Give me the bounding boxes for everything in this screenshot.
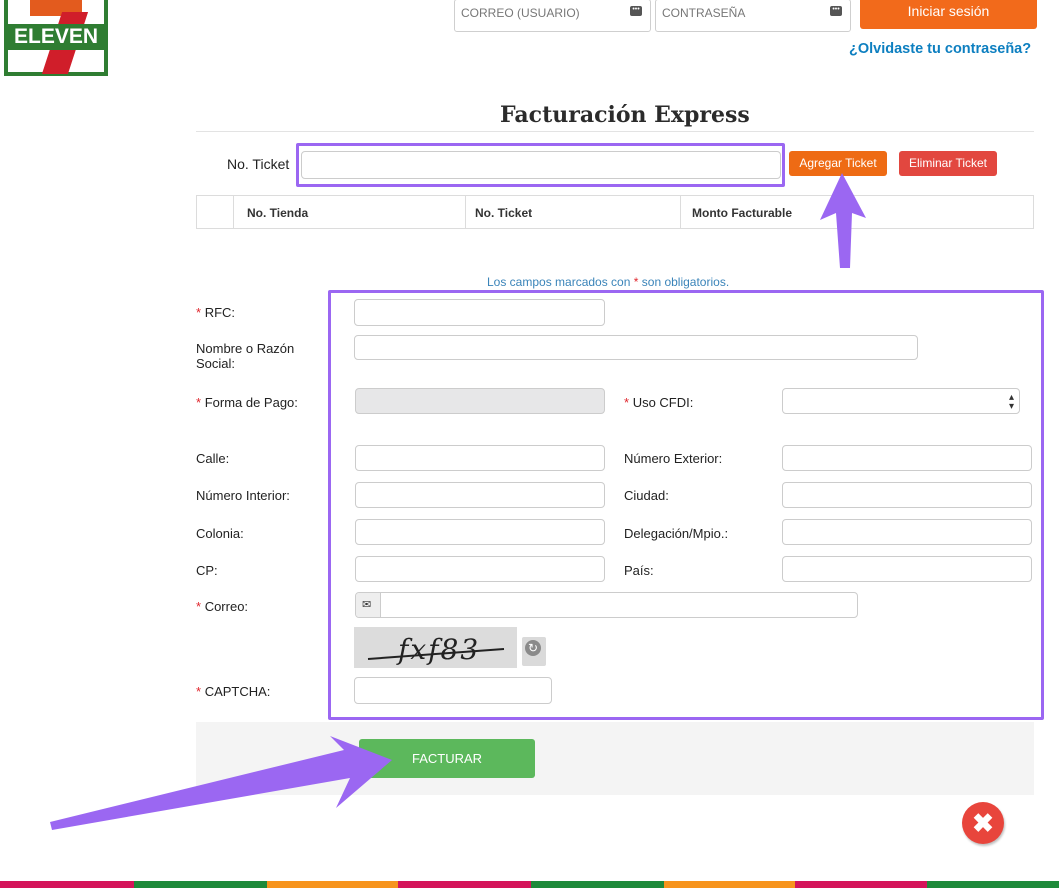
footer-stripe <box>664 881 795 888</box>
annotation-arrows <box>50 173 866 830</box>
arrow-left-annotation <box>50 736 392 830</box>
footer-stripe <box>795 881 927 888</box>
footer-stripe <box>0 881 134 888</box>
footer-stripe <box>927 881 1059 888</box>
footer-stripe <box>398 881 531 888</box>
arrow-up-annotation <box>820 173 866 268</box>
footer-stripe <box>267 881 398 888</box>
footer-stripe <box>531 881 664 888</box>
footer-stripe <box>134 881 267 888</box>
